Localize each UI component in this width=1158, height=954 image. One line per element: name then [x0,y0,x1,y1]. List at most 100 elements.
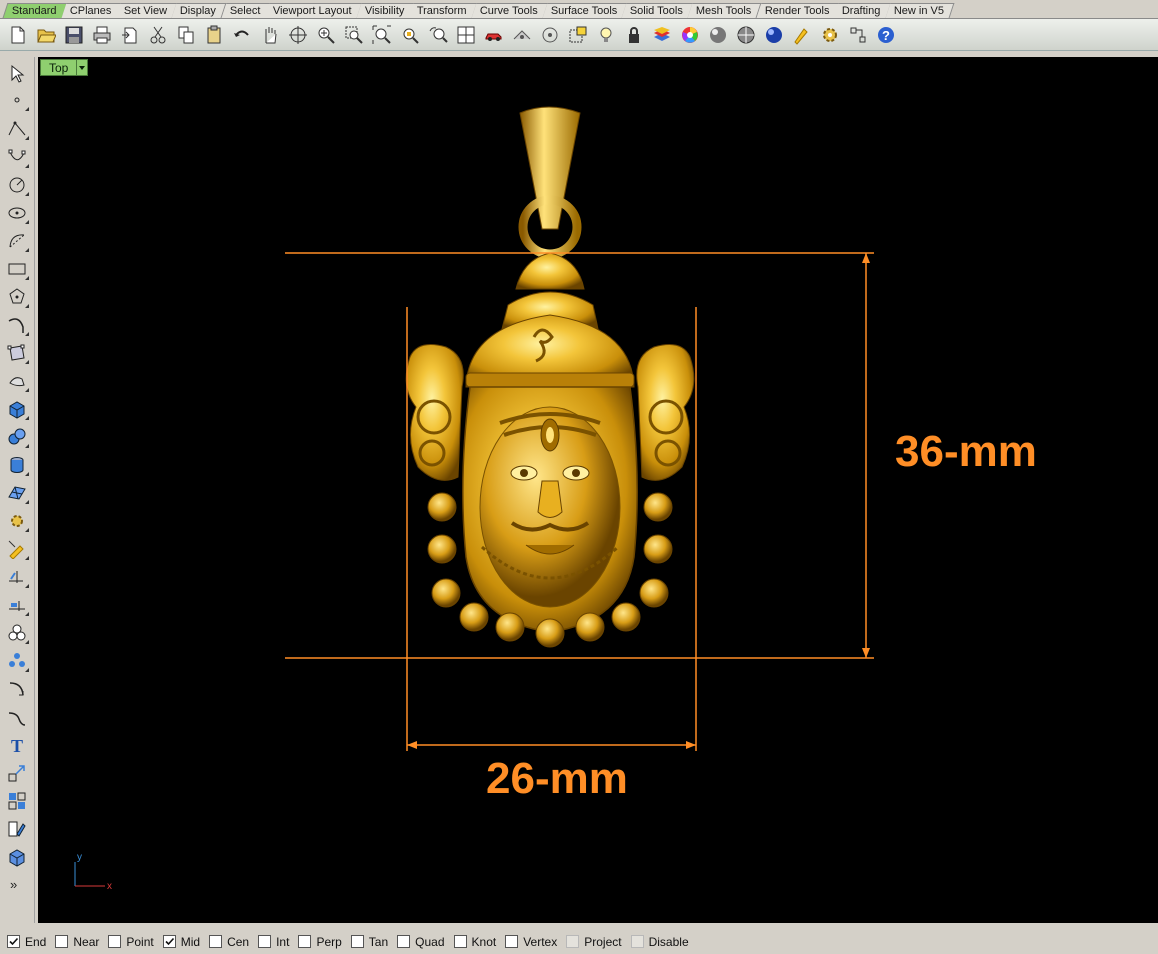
cylinder-icon[interactable] [5,453,29,477]
zoom-dynamic-icon[interactable] [313,22,338,48]
osnap-cen[interactable]: Cen [209,935,249,949]
osnap-perp-checkbox[interactable] [298,935,312,948]
osnap-disable-checkbox[interactable] [630,935,644,948]
array-icon[interactable] [5,649,29,673]
zoom-selected-icon[interactable] [397,22,422,48]
tab-drafting[interactable]: Drafting [834,3,892,18]
osnap-near[interactable]: Near [55,935,99,949]
curve-control-points-icon[interactable] [5,145,29,169]
properties-icon[interactable] [5,817,29,841]
mesh-plane-icon[interactable] [5,481,29,505]
undo-view-icon[interactable] [425,22,450,48]
osnap-quad[interactable]: Quad [397,935,445,949]
tab-transform[interactable]: Transform [408,3,478,18]
osnap-end[interactable]: End [7,935,46,949]
render-preview-icon[interactable] [733,22,758,48]
new-file-icon[interactable] [5,22,30,48]
four-viewports-icon[interactable] [453,22,478,48]
polyline-icon[interactable] [5,117,29,141]
ellipse-icon[interactable] [5,201,29,225]
text-icon[interactable]: T [5,733,29,757]
tab-surface-tools[interactable]: Surface Tools [542,3,628,18]
circle-icon[interactable] [5,173,29,197]
rectangle-icon[interactable] [5,257,29,281]
osnap-mid-checkbox[interactable] [162,935,176,948]
osnap-tan[interactable]: Tan [350,935,388,949]
lock-icon[interactable] [621,22,646,48]
osnap-int-checkbox[interactable] [258,935,272,948]
osnap-quad-checkbox[interactable] [397,935,411,948]
import-icon[interactable] [117,22,142,48]
osnap-vertex-checkbox[interactable] [505,935,519,948]
tab-viewport-layout[interactable]: Viewport Layout [264,3,363,18]
select-window-icon[interactable] [565,22,590,48]
osnap-knot-checkbox[interactable] [453,935,467,948]
zoom-window-icon[interactable] [341,22,366,48]
osnap-vertex[interactable]: Vertex [505,935,557,949]
tab-curve-tools[interactable]: Curve Tools [471,3,549,18]
surface-from-points-icon[interactable] [5,341,29,365]
gear-settings-icon[interactable] [817,22,842,48]
print-icon[interactable] [89,22,114,48]
arc-icon[interactable] [5,229,29,253]
point-filter-icon[interactable] [537,22,562,48]
osnap-disable[interactable]: Disable [630,935,689,949]
scale-icon[interactable] [5,761,29,785]
save-icon[interactable] [61,22,86,48]
curve-freeform-icon[interactable] [5,313,29,337]
osnap-end-checkbox[interactable] [7,935,20,948]
group-icon[interactable] [5,621,29,645]
tab-select[interactable]: Select [221,3,271,18]
fillet-curve-icon[interactable] [5,677,29,701]
color-wheel-icon[interactable] [677,22,702,48]
osnap-project-checkbox[interactable] [566,935,580,948]
render-icon[interactable] [761,22,786,48]
tab-render-tools[interactable]: Render Tools [756,3,840,18]
osnap-near-checkbox[interactable] [55,935,69,948]
osnap-tan-checkbox[interactable] [350,935,364,948]
viewport-menu-chevron-icon[interactable] [77,59,89,76]
point-icon[interactable] [5,88,29,112]
rotate-view-icon[interactable] [285,22,310,48]
tool-options-icon[interactable] [789,22,814,48]
zoom-extents-icon[interactable] [369,22,394,48]
osnap-perp[interactable]: Perp [298,935,342,949]
polygon-icon[interactable] [5,285,29,309]
top-viewport[interactable]: 36-mm 26-mm y x Top [38,57,1158,923]
grid-snap-icon[interactable] [845,22,870,48]
tab-mesh-tools[interactable]: Mesh Tools [687,3,763,18]
select-arrow-icon[interactable] [5,62,29,86]
tab-new-in-v5[interactable]: New in V5 [885,3,955,18]
copy-icon[interactable] [173,22,198,48]
named-views-icon[interactable] [509,22,534,48]
align-icon[interactable] [5,789,29,813]
blend-curve-icon[interactable] [5,705,29,729]
paste-icon[interactable] [201,22,226,48]
osnap-int[interactable]: Int [258,935,289,949]
open-folder-icon[interactable] [33,22,58,48]
split-icon[interactable] [5,593,29,617]
undo-icon[interactable] [229,22,254,48]
pendant-model[interactable] [405,106,695,648]
osnap-knot[interactable]: Knot [453,935,496,949]
tab-set-view[interactable]: Set View [115,3,178,18]
car-render-icon[interactable] [481,22,506,48]
gear-transform-icon[interactable] [5,509,29,533]
tab-visibility[interactable]: Visibility [356,3,415,18]
tab-standard[interactable]: Standard [2,3,68,18]
viewport-title[interactable]: Top [40,59,78,76]
more-tools-chevron-icon[interactable]: » [10,877,17,892]
help-icon[interactable]: ? [873,22,898,48]
boolean-union-icon[interactable] [5,425,29,449]
osnap-mid[interactable]: Mid [162,935,200,949]
box-solid-icon[interactable] [5,397,29,421]
tab-cplanes[interactable]: CPlanes [61,3,122,18]
osnap-project[interactable]: Project [566,935,622,949]
layer-icon[interactable] [649,22,674,48]
osnap-point-checkbox[interactable] [108,935,122,948]
box-shaded-icon[interactable] [5,845,29,869]
extrude-surface-icon[interactable] [5,369,29,393]
cut-icon[interactable] [145,22,170,48]
shaded-display-icon[interactable] [705,22,730,48]
analyze-icon[interactable] [5,537,29,561]
